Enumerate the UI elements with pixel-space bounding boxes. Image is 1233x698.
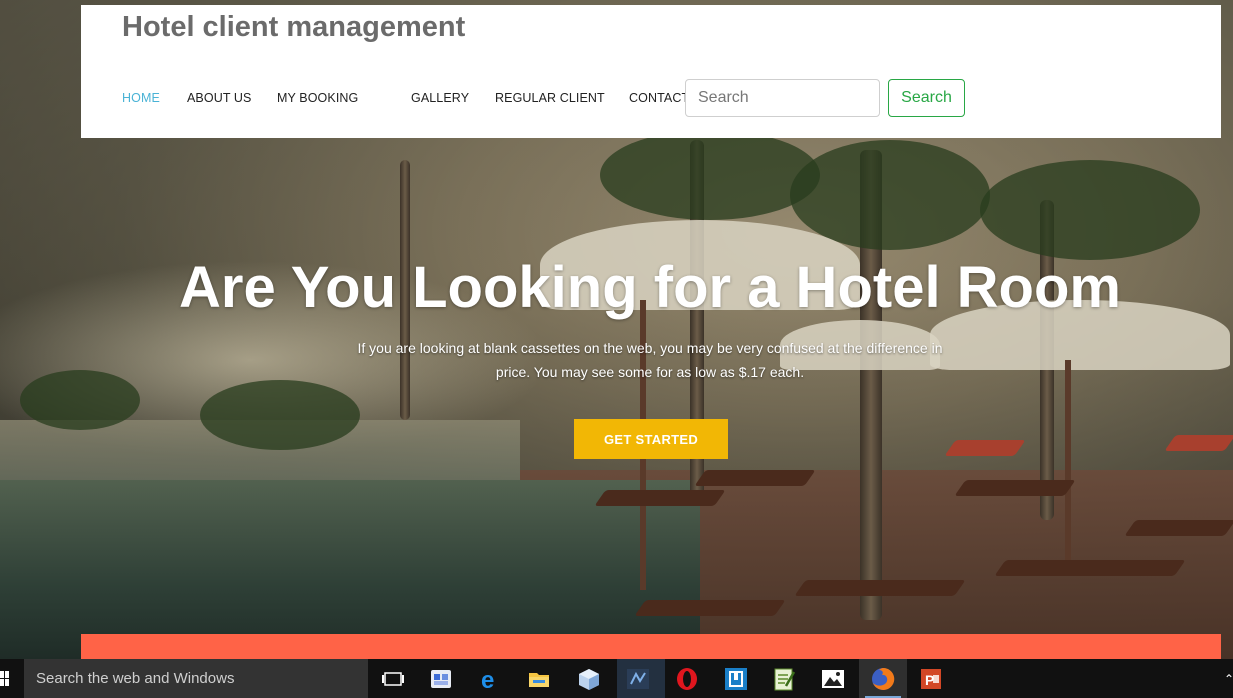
app-square-icon[interactable]	[723, 666, 749, 692]
search-button[interactable]: Search	[888, 79, 965, 117]
file-explorer-icon[interactable]	[526, 666, 552, 692]
3d-app-icon[interactable]	[576, 666, 602, 692]
swimming-pool	[0, 480, 700, 659]
edge-browser-icon[interactable]: e	[478, 666, 504, 694]
code-editor-icon[interactable]	[625, 666, 651, 692]
firefox-browser-icon[interactable]	[870, 666, 896, 692]
accent-bar	[81, 634, 1221, 659]
sun-lounger	[594, 490, 726, 506]
tree-canopy	[200, 380, 360, 450]
notepad-app-icon[interactable]	[771, 666, 797, 692]
sun-lounger	[1124, 520, 1233, 536]
svg-text:P: P	[925, 672, 934, 688]
opera-browser-icon[interactable]	[674, 666, 700, 692]
hero-subtitle: If you are looking at blank cassettes on…	[357, 340, 943, 380]
sun-lounger	[794, 580, 966, 596]
top-navbar: Hotel client management HOME ABOUT US MY…	[81, 5, 1221, 138]
task-view-icon[interactable]	[380, 666, 406, 692]
nav-item-about-us[interactable]: ABOUT US	[187, 91, 251, 105]
windows-start-icon[interactable]	[0, 671, 10, 687]
hero-title: Are You Looking for a Hotel Room	[179, 255, 1121, 320]
sun-lounger	[694, 470, 816, 486]
photos-app-icon[interactable]	[820, 666, 846, 692]
chevron-up-icon[interactable]: ⌃	[1224, 672, 1233, 686]
sun-lounger	[634, 600, 786, 616]
nav-item-contact[interactable]: CONTACT	[629, 91, 689, 105]
store-app-icon[interactable]	[428, 666, 454, 692]
get-started-button[interactable]: GET STARTED	[574, 419, 728, 459]
palm-fronds	[790, 140, 990, 250]
nav-item-gallery[interactable]: GALLERY	[411, 91, 469, 105]
palm-fronds	[980, 160, 1200, 260]
sun-lounger	[1164, 435, 1233, 451]
tree-canopy	[20, 370, 140, 430]
parasol-pole	[1065, 360, 1071, 570]
site-brand[interactable]: Hotel client management	[122, 11, 465, 44]
sun-lounger	[994, 560, 1186, 576]
palm-fronds	[600, 130, 820, 220]
powerpoint-app-icon[interactable]: P	[918, 666, 944, 692]
svg-text:e: e	[481, 667, 494, 692]
nav-item-home[interactable]: HOME	[122, 91, 160, 105]
taskbar-search-box[interactable]: Search the web and Windows	[24, 659, 368, 698]
nav-item-my-booking[interactable]: MY BOOKING	[277, 91, 358, 105]
sun-lounger	[944, 440, 1026, 456]
nav-item-regular-client[interactable]: REGULAR CLIENT	[495, 91, 605, 105]
search-input[interactable]	[685, 79, 880, 117]
sun-lounger	[954, 480, 1076, 496]
taskbar: Search the web and Windows e P ⌃	[0, 659, 1233, 698]
